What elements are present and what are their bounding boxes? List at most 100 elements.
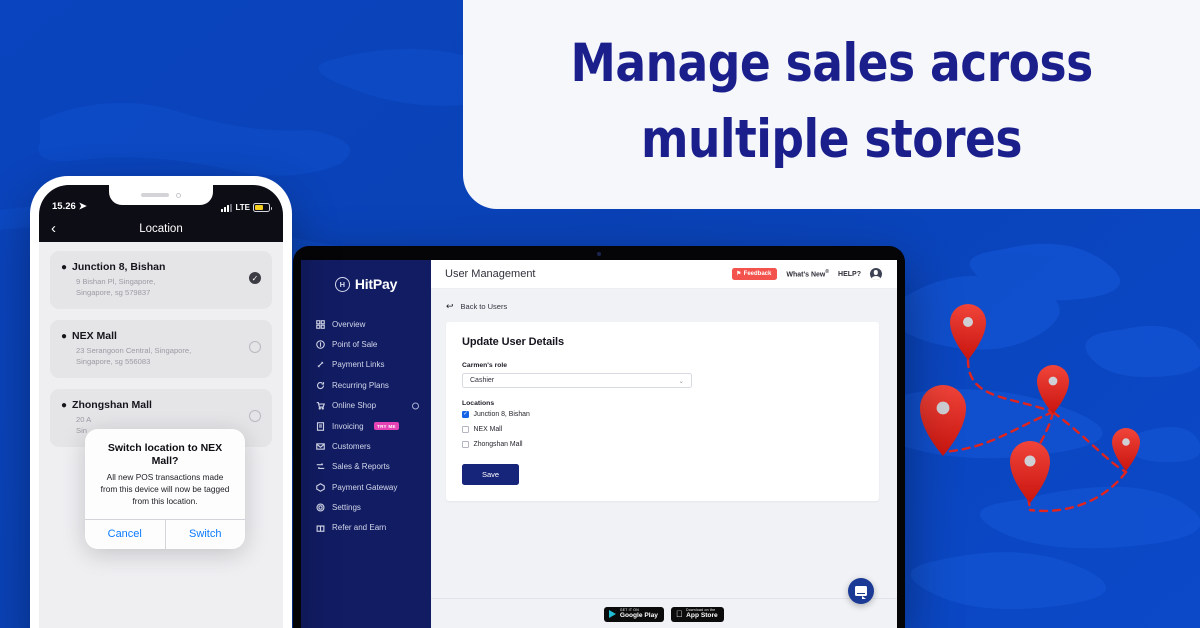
card-title: Update User Details: [462, 336, 565, 348]
update-user-card: Update User Details Carmen's role Cashie…: [446, 322, 879, 501]
address-line-2: Singapore, sg 579837: [76, 288, 151, 297]
location-address: 9 Bishan Pl, Singapore, Singapore, sg 57…: [76, 276, 249, 298]
sidebar-item-online-shop[interactable]: Online Shop: [301, 396, 431, 416]
sidebar-item-overview[interactable]: Overview: [301, 314, 431, 334]
cart-icon: [315, 401, 325, 411]
sidebar-item-label: Point of Sale: [332, 340, 378, 350]
sidebar-item-label: Payment Links: [332, 360, 385, 370]
sidebar-item-recurring-plans[interactable]: Recurring Plans: [301, 375, 431, 395]
help-link[interactable]: HELP?: [838, 271, 861, 278]
sidebar-item-label: Online Shop: [332, 401, 377, 411]
list-item[interactable]: ● NEX Mall 23 Serangoon Central, Singapo…: [50, 320, 272, 378]
dialog-body: All new POS transactions made from this …: [100, 472, 230, 506]
location-address: 23 Serangoon Central, Singapore, Singapo…: [76, 345, 249, 367]
status-indicators: LTE: [221, 203, 272, 212]
google-play-badge[interactable]: GET IT ON Google Play: [604, 606, 664, 622]
hitpay-wordmark: HitPay: [354, 276, 398, 292]
sidebar-item-label: Payment Gateway: [332, 482, 398, 492]
sidebar-item-label: Refer and Earn: [332, 523, 387, 533]
location-title-row: ● NEX Mall: [61, 330, 249, 342]
page-title: User Management: [445, 268, 536, 280]
back-link-label: Back to Users: [460, 302, 508, 311]
address-line-1: 23 Serangoon Central, Singapore,: [76, 346, 192, 355]
checkbox[interactable]: [462, 441, 469, 448]
location-radio-selected[interactable]: ✓: [249, 272, 261, 284]
main-content: User Management ⚑ Feedback What's New® H…: [431, 260, 897, 628]
back-chevron-icon[interactable]: ‹: [51, 221, 56, 236]
sidebar-item-point-of-sale[interactable]: Point of Sale: [301, 334, 431, 354]
checkbox-label: Junction 8, Bishan: [473, 411, 530, 418]
settings-gear-icon[interactable]: [412, 402, 419, 410]
coin-icon: [315, 340, 325, 350]
location-name: Zhongshan Mall: [72, 399, 152, 411]
sidebar-item-payment-gateway[interactable]: Payment Gateway: [301, 477, 431, 497]
list-item[interactable]: ● Junction 8, Bishan 9 Bishan Pl, Singap…: [50, 251, 272, 309]
location-name: Junction 8, Bishan: [72, 261, 166, 273]
map-pin-icon: ●: [61, 261, 68, 273]
gateway-icon: [315, 482, 325, 492]
google-play-text: GET IT ON Google Play: [620, 608, 658, 619]
avatar[interactable]: [870, 268, 882, 280]
checkbox-label: NEX Mall: [473, 426, 503, 433]
role-select[interactable]: Cashier ⌄: [462, 373, 692, 388]
location-checkbox-row[interactable]: ✓ Junction 8, Bishan: [462, 411, 863, 418]
phone-screen: 15.26 ➤ LTE ‹ Location ● Junction 8, Bis…: [39, 185, 283, 628]
hitpay-mark-icon: H: [334, 276, 350, 292]
sidebar-item-sales-reports[interactable]: Sales & Reports: [301, 457, 431, 477]
whats-new-label: What's New: [786, 271, 826, 279]
location-radio[interactable]: [249, 410, 261, 422]
whats-new-superscript: ®: [825, 269, 830, 276]
dialog-actions: Cancel Switch: [85, 518, 246, 549]
whats-new-link[interactable]: What's New®: [786, 269, 829, 278]
flag-icon: ⚑: [736, 271, 742, 277]
sidebar-item-label: Overview: [332, 319, 366, 329]
back-to-users-link[interactable]: ↩ Back to Users: [431, 301, 897, 322]
sidebar-item-label: Customers: [332, 441, 371, 451]
phone-mockup: 15.26 ➤ LTE ‹ Location ● Junction 8, Bis…: [30, 176, 292, 628]
refresh-icon: [315, 380, 325, 390]
link-icon: [315, 360, 325, 370]
phone-notch: [109, 185, 213, 205]
feedback-button[interactable]: ⚑ Feedback: [732, 268, 778, 280]
network-type-label: LTE: [235, 203, 250, 212]
tablet-camera-icon: [597, 252, 601, 256]
app-store-footer: GET IT ON Google Play  Download on the …: [431, 597, 897, 628]
sidebar-item-label: Invoicing: [332, 421, 364, 431]
checkbox[interactable]: [462, 426, 469, 433]
gear-icon: [315, 503, 325, 513]
checkbox-checked[interactable]: ✓: [462, 411, 469, 418]
badge-main-label: App Store: [682, 611, 718, 619]
apple-icon: : [676, 609, 683, 619]
sidebar-item-customers[interactable]: Customers: [301, 436, 431, 456]
save-button[interactable]: Save: [462, 464, 520, 485]
sidebar-item-refer-and-earn[interactable]: Refer and Earn: [301, 518, 431, 538]
feedback-label: Feedback: [743, 271, 772, 277]
signal-bars-icon: [221, 203, 233, 212]
sidebar: H HitPay Overview Point of Sale Payment …: [301, 260, 431, 628]
sidebar-item-settings[interactable]: Settings: [301, 497, 431, 517]
chat-support-button[interactable]: [848, 578, 874, 604]
cancel-button[interactable]: Cancel: [85, 519, 166, 549]
mail-icon: [315, 441, 325, 451]
app-store-badge[interactable]:  Download on the App Store: [670, 606, 724, 622]
headline-panel: Manage sales across multiple stores: [463, 0, 1200, 209]
sidebar-item-invoicing[interactable]: Invoicing TRY ME: [301, 416, 431, 436]
sidebar-item-payment-links[interactable]: Payment Links: [301, 355, 431, 375]
headline-line-2: multiple stores: [640, 108, 1023, 170]
grid-icon: [315, 319, 325, 329]
gift-icon: [315, 523, 325, 533]
role-field-label: Carmen's role: [462, 362, 508, 369]
back-arrow-icon: ↩: [446, 301, 454, 311]
switch-button[interactable]: Switch: [166, 520, 246, 549]
sidebar-item-label: Settings: [332, 503, 361, 513]
locations-field-label: Locations: [462, 400, 495, 407]
earpiece-speaker: [141, 193, 169, 197]
role-selected-value: Cashier: [470, 377, 495, 384]
try-me-badge[interactable]: TRY ME: [373, 421, 400, 431]
location-radio[interactable]: [249, 341, 261, 353]
location-info: ● Junction 8, Bishan 9 Bishan Pl, Singap…: [61, 261, 249, 298]
location-checkbox-row[interactable]: NEX Mall: [462, 426, 863, 433]
sidebar-item-label: Recurring Plans: [332, 380, 389, 390]
address-line-1: 9 Bishan Pl, Singapore,: [76, 277, 156, 286]
location-checkbox-row[interactable]: Zhongshan Mall: [462, 441, 863, 448]
